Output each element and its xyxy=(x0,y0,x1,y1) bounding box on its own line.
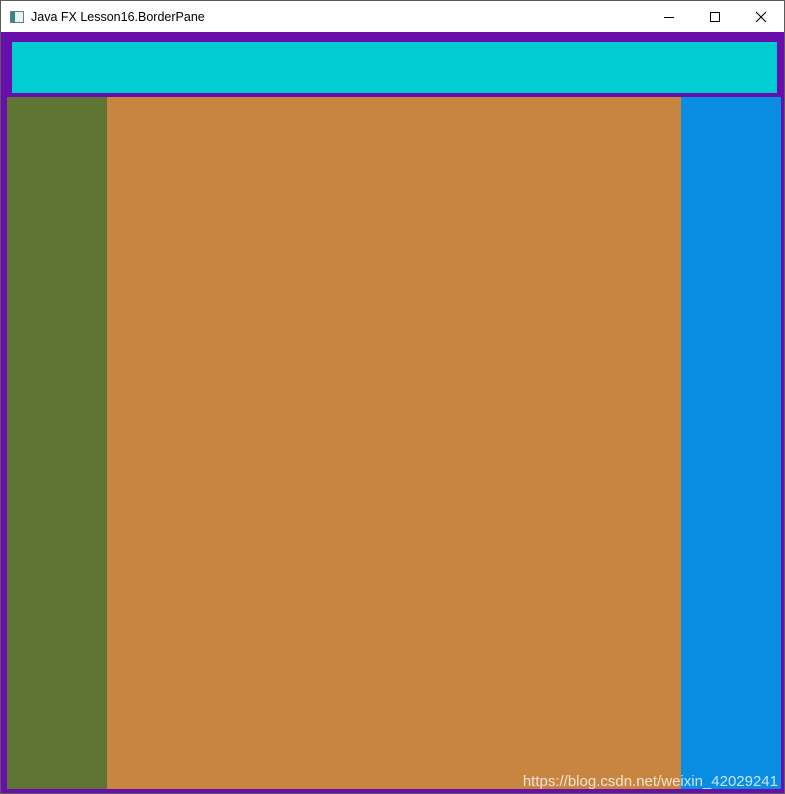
app-window: Java FX Lesson16.BorderPane https://blog… xyxy=(0,0,785,794)
watermark-text: https://blog.csdn.net/weixin_42029241 xyxy=(522,773,778,790)
border-pane-right xyxy=(681,97,781,789)
border-pane-center xyxy=(107,97,681,789)
window-controls xyxy=(646,1,784,32)
maximize-button[interactable] xyxy=(692,1,738,32)
minimize-icon xyxy=(664,16,674,18)
window-title: Java FX Lesson16.BorderPane xyxy=(31,9,205,24)
close-button[interactable] xyxy=(738,1,784,32)
border-pane-top xyxy=(12,42,777,93)
maximize-icon xyxy=(710,11,720,22)
border-pane-left xyxy=(7,97,107,789)
minimize-button[interactable] xyxy=(646,1,692,32)
app-window-icon xyxy=(10,10,24,23)
close-icon xyxy=(755,11,767,22)
border-pane: https://blog.csdn.net/weixin_42029241 xyxy=(1,32,784,793)
title-bar[interactable]: Java FX Lesson16.BorderPane xyxy=(1,1,784,32)
